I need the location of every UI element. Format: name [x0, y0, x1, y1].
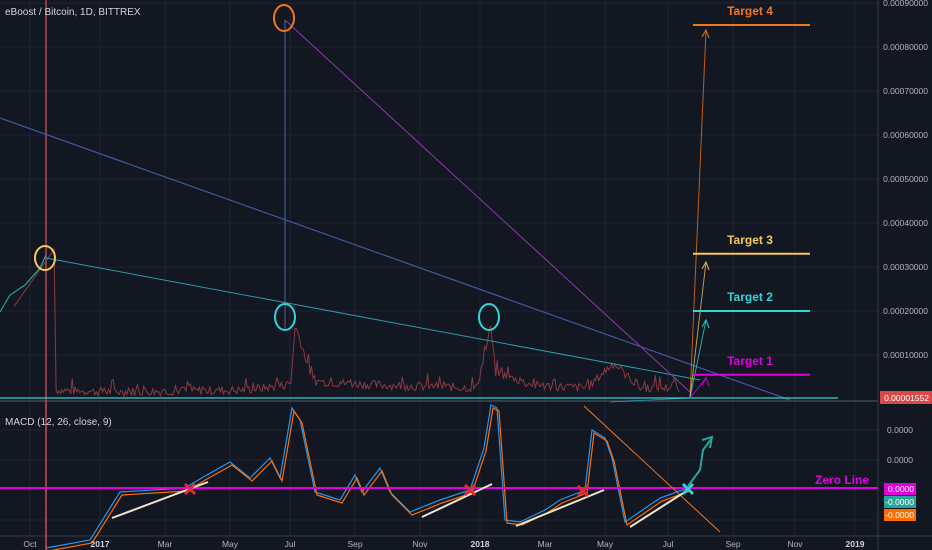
circle-2018-peak: [478, 303, 500, 331]
trend-line-long: [0, 117, 791, 401]
price-tick: 0.00060000: [883, 130, 928, 140]
highlight-circles: [34, 4, 500, 331]
price-tick: 0.00080000: [883, 42, 928, 52]
price-line: [13, 247, 680, 398]
circle-2017-top: [273, 4, 295, 32]
time-axis: Oct 2017 Mar May Jul Sep Nov 2018 Mar May Jul Sep No…: [23, 539, 864, 549]
time-tick: 2018: [471, 539, 490, 549]
arrow-head: [701, 376, 710, 387]
macd-badge-text: -0.0000: [885, 497, 914, 507]
macd-badge-text: 0.0000: [888, 484, 914, 494]
time-tick: Mar: [158, 539, 173, 549]
time-tick: Oct: [23, 539, 37, 549]
time-tick: 2019: [846, 539, 865, 549]
bullish-arrow: [687, 437, 713, 487]
price-early: [0, 254, 47, 313]
trend-line-purple: [284, 19, 691, 393]
time-tick: May: [222, 539, 239, 549]
time-tick: Jul: [663, 539, 674, 549]
trend-drawings: [0, 19, 838, 403]
macd-line: [45, 404, 689, 549]
macd-pane: Zero Line: [0, 404, 878, 550]
time-tick: Nov: [787, 539, 803, 549]
target-arrow: [689, 29, 707, 399]
zero-line-label: Zero Line: [815, 473, 869, 487]
macd-axis: 0.0000 0.0000 0.0000 -0.0000 -0.0000: [884, 425, 916, 521]
macd-trendline: [629, 489, 689, 528]
time-tick: May: [597, 539, 614, 549]
signal-line: [50, 407, 691, 550]
time-tick: Jul: [285, 539, 296, 549]
price-tick: 0.00040000: [883, 218, 928, 228]
macd-trendline: [515, 489, 605, 527]
time-tick: Sep: [347, 539, 362, 549]
price-tick: 0.00090000: [883, 0, 928, 8]
time-tick: Mar: [538, 539, 553, 549]
target-label: Target 4: [727, 4, 773, 18]
price-tick: 0.00010000: [883, 350, 928, 360]
target-label: Target 1: [727, 354, 773, 368]
time-tick: Sep: [725, 539, 740, 549]
macd-tick: 0.0000: [887, 425, 913, 435]
price-series: [0, 247, 680, 398]
macd-badge-text: -0.0000: [885, 510, 914, 520]
macd-tick: 0.0000: [887, 455, 913, 465]
current-price: 0.00001552: [884, 393, 929, 403]
price-tick: 0.00070000: [883, 86, 928, 96]
price-tick: 0.00050000: [883, 174, 928, 184]
macd-title: MACD (12, 26, close, 9): [5, 417, 112, 428]
time-tick: Nov: [412, 539, 428, 549]
time-tick: 2017: [91, 539, 110, 549]
trend-line-cyan: [45, 257, 701, 381]
chart-grid: [0, 0, 878, 536]
chart-title: eBoost / Bitcoin, 1D, BITTREX: [5, 7, 141, 18]
target-levels: Target 4 Target 3 Target 2 Target 1: [689, 4, 810, 399]
price-tick: 0.00020000: [883, 306, 928, 316]
target-label: Target 3: [727, 233, 773, 247]
target-label: Target 2: [727, 290, 773, 304]
price-axis: 0.00090000 0.00080000 0.00070000 0.00060000…: [880, 0, 932, 404]
trading-chart[interactable]: Target 4 Target 3 Target 2 Target 1 Zero Li…: [0, 0, 932, 550]
price-tick: 0.00030000: [883, 262, 928, 272]
